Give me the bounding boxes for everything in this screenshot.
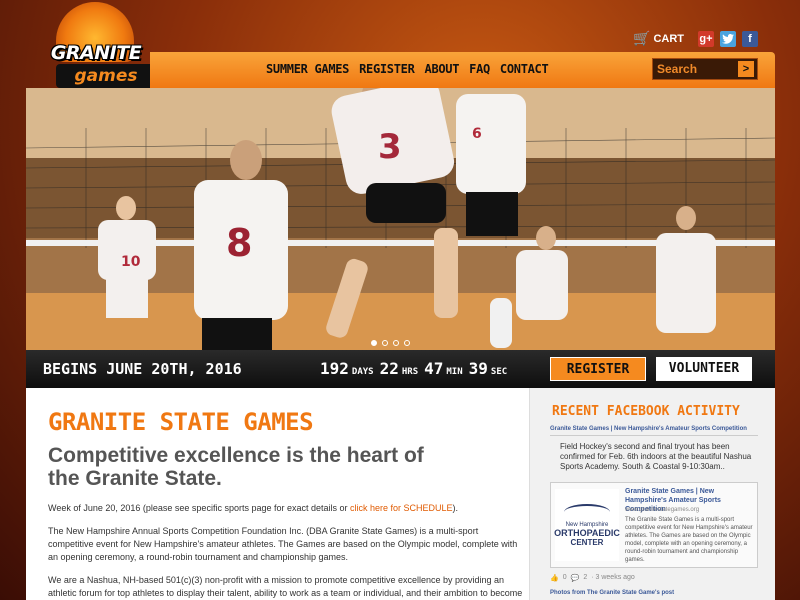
mission-paragraph: We are a Nashua, NH-based 501(c)(3) non-…: [48, 575, 523, 598]
countdown-minutes-unit: MIN: [446, 367, 463, 377]
schedule-note: Week of June 20, 2016 (please see specif…: [48, 502, 523, 515]
countdown-days-value: 192: [320, 359, 349, 378]
svg-text:8: 8: [226, 221, 252, 265]
fb-post-text: Field Hockey's second and final tryout h…: [560, 442, 752, 471]
card-description: The Granite State Games is a multi-sport…: [625, 517, 753, 563]
event-info-bar: BEGINS JUNE 20TH, 2016 192 DAYS 22 HRS 4…: [26, 350, 775, 388]
slide-dot[interactable]: [393, 340, 399, 346]
page-title: GRANITE STATE GAMES: [48, 408, 314, 436]
countdown-days-unit: DAYS: [351, 367, 374, 377]
event-start-date: BEGINS JUNE 20TH, 2016: [43, 360, 242, 378]
schedule-link[interactable]: click here for SCHEDULE: [350, 503, 453, 513]
intro-paragraph: The New Hampshire Annual Sports Competit…: [48, 526, 518, 562]
main-column: GRANITE STATE GAMES Competitive excellen…: [48, 408, 523, 600]
mountain-icon: [564, 503, 610, 520]
slide-dot[interactable]: [382, 340, 388, 346]
facebook-feed: Granite State Games | New Hampshire's Am…: [550, 426, 758, 596]
facebook-icon[interactable]: f: [742, 30, 758, 47]
nav-about[interactable]: ABOUT: [425, 62, 460, 76]
fb-photos-link[interactable]: Photos from The Granite State Game's pos…: [550, 590, 758, 596]
svg-text:3: 3: [378, 127, 402, 167]
hero-volleyball-image: 10 8 3 6: [26, 88, 775, 350]
countdown-seconds-value: 39: [468, 359, 488, 378]
slide-dot[interactable]: [404, 340, 410, 346]
search-submit-button[interactable]: >: [738, 61, 754, 77]
search-input[interactable]: [653, 59, 738, 79]
countdown-hours-unit: HRS: [401, 367, 419, 377]
google-plus-icon[interactable]: g+: [698, 30, 714, 47]
nav-summer-games[interactable]: SUMMER GAMES: [266, 62, 349, 76]
main-navbar: SUMMER GAMES REGISTER ABOUT FAQ CONTACT …: [150, 52, 775, 88]
cart-link[interactable]: 🛒 CART: [633, 30, 684, 47]
search-box: >: [652, 58, 758, 80]
content-area: GRANITE STATE GAMES Competitive excellen…: [26, 388, 775, 600]
countdown-minutes-value: 47: [424, 359, 444, 378]
logo-subtitle: games: [56, 64, 156, 88]
nav-faq[interactable]: FAQ: [469, 62, 490, 76]
post-age: · 3 weeks ago: [591, 574, 635, 581]
fb-link-card[interactable]: New Hampshire ORTHOPAEDIC CENTER Granite…: [550, 482, 758, 568]
volunteer-button[interactable]: VOLUNTEER: [656, 357, 752, 381]
svg-text:10: 10: [121, 254, 141, 270]
schedule-note-end: ).: [452, 503, 459, 513]
like-icon[interactable]: 👍: [550, 574, 559, 582]
slideshow-dots: [371, 340, 410, 346]
sidebar-title: RECENT FACEBOOK ACTIVITY: [552, 404, 740, 419]
countdown-hours-value: 22: [379, 359, 399, 378]
fb-page-name[interactable]: Granite State Games | New Hampshire's Am…: [550, 426, 758, 436]
nav-register[interactable]: REGISTER: [359, 62, 415, 76]
comment-icon[interactable]: 💬: [571, 574, 580, 582]
cart-icon: 🛒: [633, 30, 651, 46]
fb-post-meta: 👍 0 💬 2 · 3 weeks ago: [550, 574, 758, 582]
header-social: 🛒 CART g+ f: [633, 30, 758, 47]
orthopaedic-center-logo: New Hampshire ORTHOPAEDIC CENTER: [554, 489, 620, 561]
nav-contact[interactable]: CONTACT: [500, 62, 549, 76]
svg-text:6: 6: [472, 126, 482, 142]
twitter-icon[interactable]: [720, 30, 736, 47]
hero-slideshow[interactable]: 10 8 3 6: [26, 88, 775, 350]
thumb-line3: CENTER: [570, 537, 604, 547]
card-url: www.granitestategames.org: [625, 507, 700, 513]
countdown-timer: 192 DAYS 22 HRS 47 MIN 39 SEC: [320, 359, 510, 378]
facebook-sidebar: RECENT FACEBOOK ACTIVITY Granite State G…: [529, 388, 775, 600]
site-logo[interactable]: GRANITE STATE games: [26, 2, 166, 94]
schedule-note-text: Week of June 20, 2016 (please see specif…: [48, 503, 351, 513]
page-subtitle: Competitive excellence is the heart of t…: [48, 444, 424, 490]
cart-label: CART: [653, 32, 684, 45]
comment-count: 2: [583, 574, 588, 581]
thumb-line2: ORTHOPAEDIC: [554, 527, 620, 538]
slide-dot[interactable]: [371, 340, 377, 346]
like-count: 0: [562, 574, 567, 581]
countdown-seconds-unit: SEC: [490, 367, 508, 377]
main-nav: SUMMER GAMES REGISTER ABOUT FAQ CONTACT: [266, 62, 549, 76]
register-button[interactable]: REGISTER: [550, 357, 646, 381]
